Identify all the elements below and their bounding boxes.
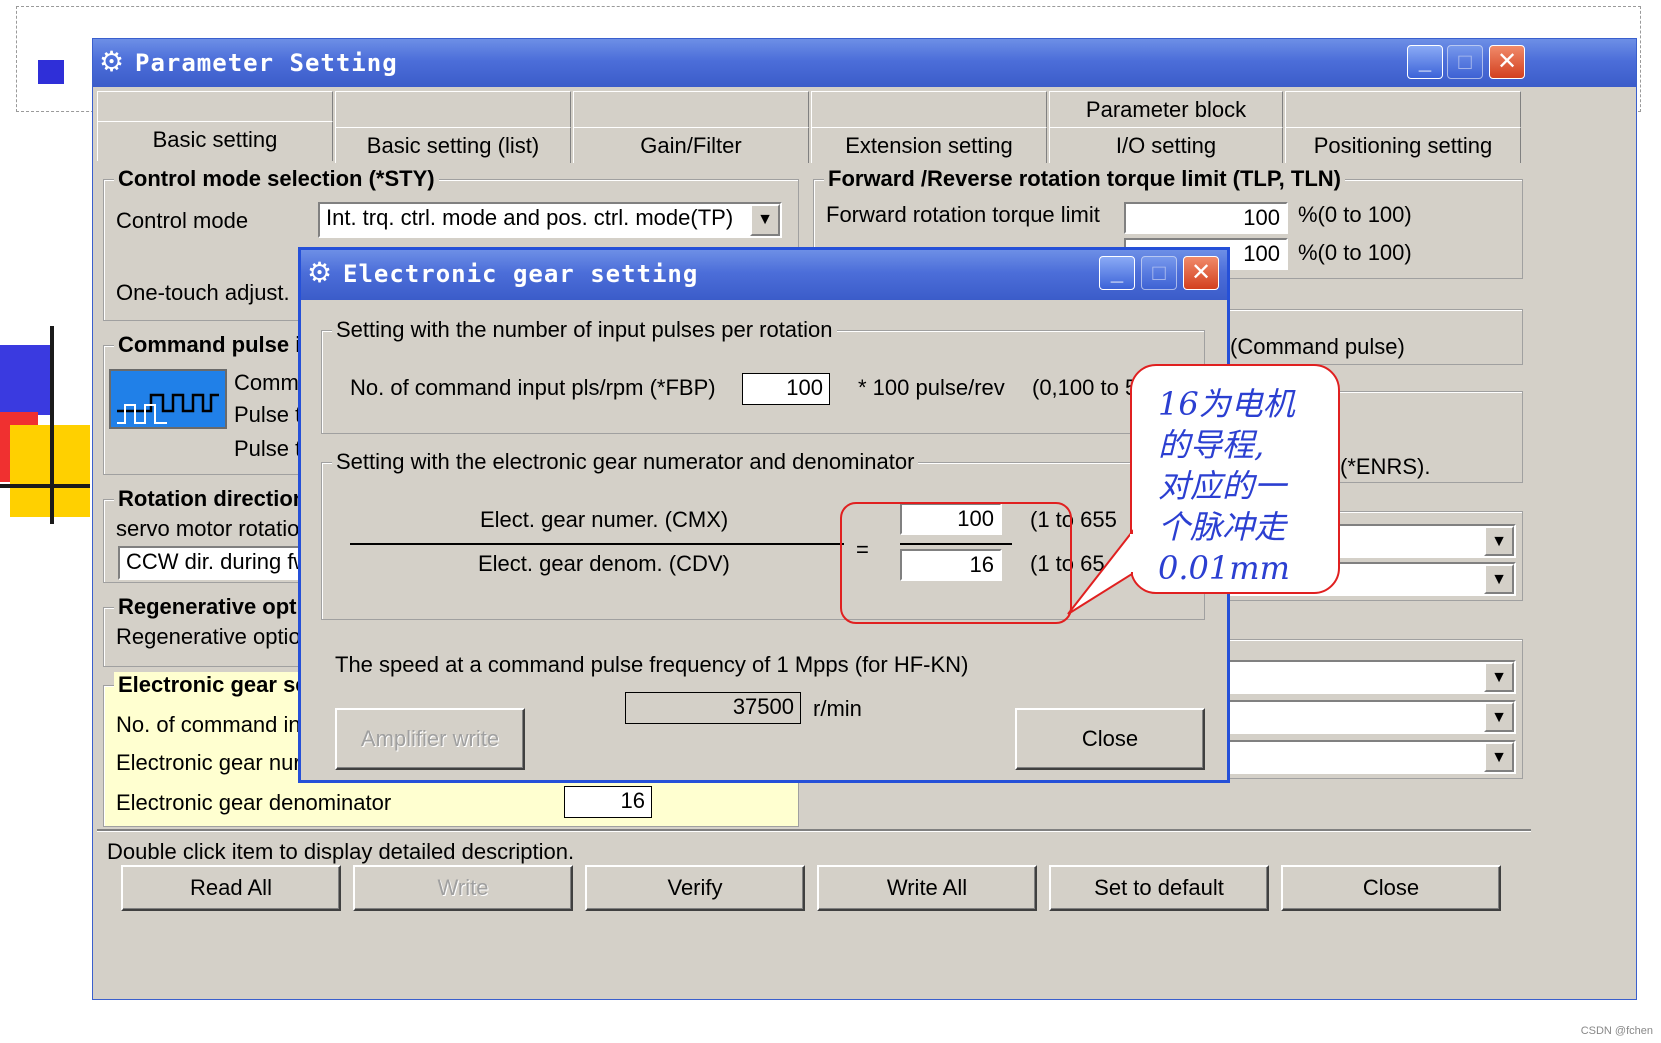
chevron-down-icon[interactable]: ▼ [1484,702,1514,732]
chevron-down-icon[interactable]: ▼ [1484,662,1514,692]
slide-bullet [38,60,64,84]
tab-parameter-block[interactable]: Parameter block [1049,91,1283,127]
electronic-gear-line1: No. of command in [116,712,301,737]
forward-torque-label: Forward rotation torque limit [826,202,1100,227]
annotation-line-5: 0.01mm [1158,549,1290,587]
dialog-close-button[interactable]: Close [1015,708,1205,770]
regenerative-title: Regenerative opti [114,594,307,620]
pulses-per-rotation-title: Setting with the number of input pulses … [332,317,837,343]
status-text: Double click item to display detailed de… [107,839,575,864]
dialog-title: Electronic gear setting [343,260,699,288]
tab-basic-setting[interactable]: Basic setting [97,121,333,161]
tab-basic-setting-list[interactable]: Basic setting (list) [335,127,571,163]
fbp-unit: * 100 pulse/rev [858,375,1005,400]
close-window-button[interactable]: ✕ [1489,45,1525,79]
regenerative-line1: Regenerative optio [116,624,301,649]
write-button[interactable]: Write [353,865,573,911]
right-select-5[interactable]: ▼ [1214,740,1516,774]
window-title: Parameter Setting [135,49,398,77]
command-pulse-right-label: (Command pulse) [1230,334,1405,359]
tab-positioning-setting[interactable]: Positioning setting [1285,127,1521,163]
electronic-gear-line3: Electronic gear denominator [116,790,392,815]
reverse-torque-unit: %(0 to 100) [1298,240,1412,265]
enrs-label: (*ENRS). [1340,454,1431,479]
tab-extension-setting[interactable]: Extension setting [811,127,1047,163]
amplifier-write-button[interactable]: Amplifier write [335,708,525,770]
rotation-direction-line1: servo motor rotatio [116,516,300,541]
annotation-line-2: 的导程, [1158,426,1265,464]
tab-top-3[interactable] [573,91,809,127]
command-pulse-line1: Comm [234,370,299,395]
annotation-callout: 16为电机 的导程, 对应的一 个脉冲走 0.01mm [1130,364,1340,594]
fbp-range: (0,100 to 5 [1032,375,1138,400]
write-all-button[interactable]: Write All [817,865,1037,911]
decor-line-v [50,326,54,524]
callout-tail [1067,529,1134,615]
rotation-direction-title: Rotation direction [114,486,311,512]
one-touch-label: One-touch adjust. [116,280,290,305]
torque-limit-title: Forward /Reverse rotation torque limit (… [824,166,1345,192]
watermark: CSDN @fchen [1580,1025,1653,1037]
command-pulse-title: Command pulse i [114,332,306,358]
tab-top-4[interactable] [811,91,1047,127]
chevron-down-icon[interactable]: ▼ [1484,564,1514,594]
decor-line-h [0,484,90,488]
forward-torque-input[interactable]: 100 [1124,202,1288,234]
set-to-default-button[interactable]: Set to default [1049,865,1269,911]
control-mode-label: Control mode [116,208,249,233]
electronic-gear-denominator-input[interactable]: 16 [564,786,652,818]
dialog-titlebar[interactable]: ⚙ Electronic gear setting _ □ ✕ [301,250,1227,300]
dialog-minimize-button[interactable]: _ [1099,256,1135,290]
cmx-label: Elect. gear numer. (CMX) [480,507,729,532]
command-pulse-line2: Pulse t [234,402,302,427]
decor-block-blue [0,345,54,415]
minimize-button[interactable]: _ [1407,45,1443,79]
tab-top-6[interactable] [1285,91,1521,127]
window-titlebar[interactable]: ⚙ Parameter Setting _ □ ✕ [93,39,1636,87]
close-button[interactable]: Close [1281,865,1501,911]
control-mode-value: Int. trq. ctrl. mode and pos. ctrl. mode… [326,205,734,230]
fbp-label: No. of command input pls/rpm (*FBP) [350,375,716,400]
numerator-denominator-title: Setting with the electronic gear numerat… [332,449,919,475]
chevron-down-icon[interactable]: ▼ [1484,526,1514,556]
speed-unit: r/min [813,696,862,721]
electronic-gear-title: Electronic gear se [114,672,312,698]
pulses-per-rotation-group: Setting with the number of input pulses … [321,317,1205,434]
tab-top-2[interactable] [335,91,571,127]
annotation-line-1: 16为电机 [1158,385,1295,423]
gear-icon: ⚙ [99,46,125,77]
annotation-line-3: 对应的一 [1158,467,1287,505]
status-divider [97,829,1531,831]
maximize-button[interactable]: □ [1447,45,1483,79]
control-mode-select[interactable]: Int. trq. ctrl. mode and pos. ctrl. mode… [318,202,782,238]
gear-icon: ⚙ [307,257,333,288]
tab-gain-filter[interactable]: Gain/Filter [573,127,809,163]
pulse-waveform-icon [109,369,227,429]
forward-torque-unit: %(0 to 100) [1298,202,1412,227]
annotation-line-4: 个脉冲走 [1158,508,1287,546]
read-all-button[interactable]: Read All [121,865,341,911]
chevron-down-icon[interactable]: ▼ [750,204,780,236]
speed-label: The speed at a command pulse frequency o… [335,652,969,677]
control-mode-title: Control mode selection (*STY) [114,166,439,192]
chevron-down-icon[interactable]: ▼ [1484,742,1514,772]
command-pulse-line3: Pulse t [234,436,302,461]
fbp-input[interactable]: 100 [742,373,830,405]
tab-io-setting[interactable]: I/O setting [1049,127,1283,163]
dialog-close-icon[interactable]: ✕ [1183,256,1219,290]
cdv-label: Elect. gear denom. (CDV) [478,551,730,576]
fraction-line [350,543,844,545]
dialog-maximize-button[interactable]: □ [1141,256,1177,290]
electronic-gear-line2: Electronic gear nur [116,750,301,775]
verify-button[interactable]: Verify [585,865,805,911]
right-select-4[interactable]: ▼ [1214,700,1516,734]
annotation-highlight-box [840,502,1072,624]
right-select-3[interactable]: ▼ [1214,660,1516,694]
speed-value: 37500 [625,692,801,724]
